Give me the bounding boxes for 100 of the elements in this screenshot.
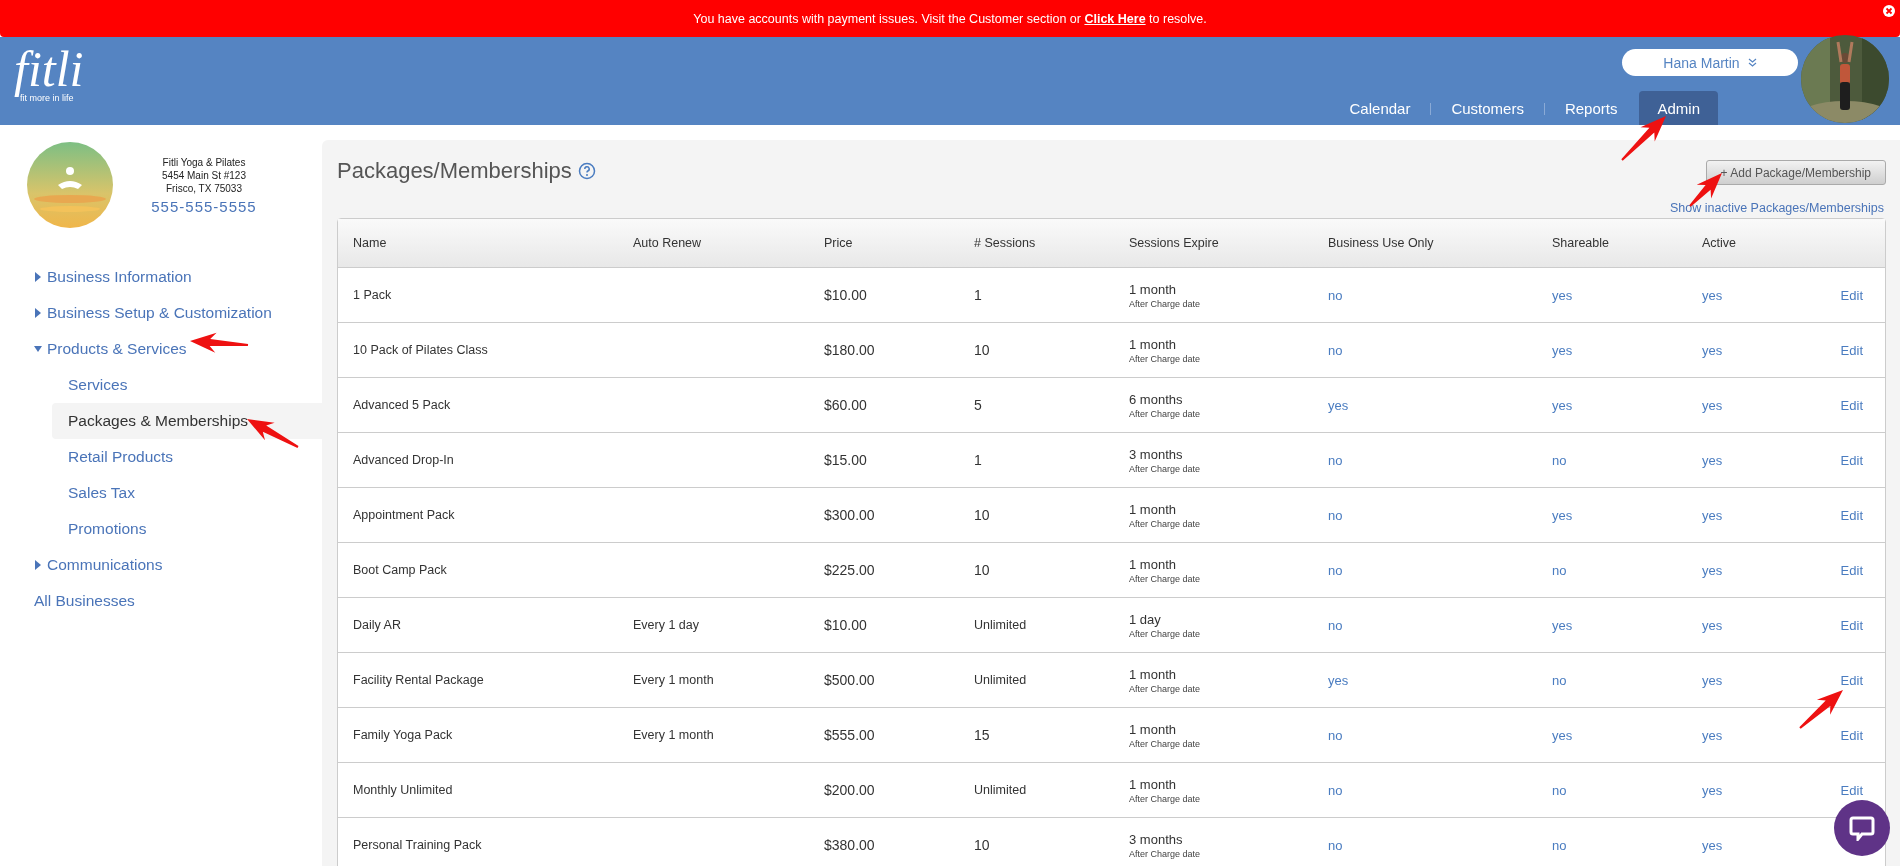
- caret-down-icon: [34, 344, 42, 354]
- table-cell-text: $380.00: [823, 837, 875, 853]
- table-cell-link[interactable]: yes: [1687, 782, 1723, 798]
- table-cell-text: 1 month: [1129, 721, 1177, 737]
- edit-link[interactable]: Edit: [1840, 562, 1863, 578]
- business-city: Frisco, TX 75033: [166, 181, 242, 195]
- sidebar-item[interactable]: All Businesses: [0, 583, 322, 619]
- table-cell-link[interactable]: yes: [1687, 397, 1723, 413]
- table-cell-link[interactable]: no: [1537, 672, 1567, 688]
- table-cell-note: After Charge date: [1129, 628, 1202, 639]
- sidebar-item[interactable]: Business Information: [0, 259, 322, 295]
- table-cell-link[interactable]: yes: [1313, 672, 1349, 688]
- table-cell-text: $555.00: [823, 727, 875, 743]
- table-cell-link[interactable]: no: [1537, 452, 1567, 468]
- nav-tab[interactable]: Calendar: [1331, 91, 1429, 125]
- sidebar-item[interactable]: Communications: [0, 547, 322, 583]
- table-cell-link[interactable]: yes: [1313, 397, 1349, 413]
- table-cell-text: 10: [973, 562, 990, 578]
- business-address: 5454 Main St #123: [162, 168, 246, 182]
- sidebar-subitem[interactable]: Promotions: [52, 511, 322, 547]
- table-cell-link[interactable]: no: [1313, 342, 1343, 358]
- table-cell-text: 1 month: [1129, 336, 1177, 352]
- table-cell-link[interactable]: yes: [1687, 452, 1723, 468]
- table-cell-text: Appointment Pack: [352, 508, 455, 522]
- table-cell-text: 3 months: [1129, 831, 1184, 847]
- table-cell-text: Unlimited: [973, 673, 1027, 687]
- table-cell-text: Personal Training Pack: [352, 838, 482, 852]
- table-cell-link[interactable]: no: [1313, 507, 1343, 523]
- table-cell-link[interactable]: no: [1313, 727, 1343, 743]
- table-cell-link[interactable]: no: [1537, 837, 1567, 853]
- table-cell-link[interactable]: yes: [1537, 342, 1573, 358]
- caret-right-icon: [34, 560, 42, 570]
- table-cell-link[interactable]: yes: [1687, 617, 1723, 633]
- table-cell-link[interactable]: yes: [1687, 287, 1723, 303]
- sidebar-subitem[interactable]: Packages & Memberships: [52, 403, 322, 439]
- table-cell-link[interactable]: yes: [1537, 727, 1573, 743]
- table-cell-text: Unlimited: [973, 618, 1027, 632]
- close-button[interactable]: [1882, 4, 1896, 18]
- edit-link[interactable]: Edit: [1840, 342, 1863, 358]
- table-cell-text: Boot Camp Pack: [352, 563, 447, 577]
- table-cell-text: $500.00: [823, 672, 875, 688]
- table-cell-link[interactable]: yes: [1687, 562, 1723, 578]
- table-cell-text: 10: [973, 507, 990, 523]
- sidebar-subitem[interactable]: Sales Tax: [52, 475, 322, 511]
- table-cell-text: 1 month: [1129, 556, 1177, 572]
- column-header: Auto Renew: [632, 236, 703, 250]
- table-cell-note: After Charge date: [1129, 738, 1202, 749]
- user-menu-button[interactable]: Hana Martin: [1622, 49, 1798, 76]
- table-cell-link[interactable]: no: [1313, 452, 1343, 468]
- table-cell-text: 1 month: [1129, 501, 1177, 517]
- edit-link[interactable]: Edit: [1840, 782, 1863, 798]
- table-cell-text: Every 1 month: [632, 673, 714, 687]
- nav-tab[interactable]: Reports: [1546, 91, 1636, 125]
- sidebar-item[interactable]: Business Setup & Customization: [0, 295, 322, 331]
- business-name: Fitli Yoga & Pilates: [162, 155, 246, 169]
- edit-link[interactable]: Edit: [1840, 617, 1863, 633]
- table-cell-note: After Charge date: [1129, 353, 1202, 364]
- sidebar-item[interactable]: Products & Services: [0, 331, 322, 367]
- table-cell-text: Every 1 day: [632, 618, 699, 632]
- nav-tab[interactable]: Admin: [1639, 91, 1718, 125]
- edit-link[interactable]: Edit: [1840, 672, 1863, 688]
- table-cell-link[interactable]: yes: [1687, 672, 1723, 688]
- table-cell-text: Monthly Unlimited: [352, 783, 453, 797]
- table-cell-link[interactable]: no: [1313, 562, 1343, 578]
- alert-link[interactable]: Click Here: [1084, 11, 1146, 26]
- table-cell-text: 1 day: [1129, 611, 1162, 627]
- edit-link[interactable]: Edit: [1840, 287, 1863, 303]
- table-cell-link[interactable]: no: [1313, 782, 1343, 798]
- table-cell-link[interactable]: no: [1313, 837, 1343, 853]
- table-cell-link[interactable]: yes: [1537, 617, 1573, 633]
- table-cell-link[interactable]: yes: [1537, 507, 1573, 523]
- edit-link[interactable]: Edit: [1840, 397, 1863, 413]
- caret-right-icon: [34, 272, 42, 282]
- table-cell-link[interactable]: no: [1537, 562, 1567, 578]
- annotation-arrow: [247, 419, 299, 448]
- table-cell-link[interactable]: yes: [1687, 507, 1723, 523]
- table-cell-link[interactable]: yes: [1687, 342, 1723, 358]
- sidebar-subitem[interactable]: Services: [52, 367, 322, 403]
- edit-link[interactable]: Edit: [1840, 507, 1863, 523]
- table-cell-text: 3 months: [1129, 446, 1184, 462]
- table-cell-link[interactable]: yes: [1537, 397, 1573, 413]
- table-cell-link[interactable]: no: [1313, 287, 1343, 303]
- table-cell-link[interactable]: no: [1537, 782, 1567, 798]
- table-cell-text: 1: [973, 452, 982, 468]
- edit-link[interactable]: Edit: [1840, 727, 1863, 743]
- annotation-arrow: [190, 332, 249, 353]
- table-cell-text: 1 month: [1129, 776, 1177, 792]
- nav-tab[interactable]: Customers: [1433, 91, 1542, 125]
- help-icon[interactable]: [577, 162, 596, 180]
- table-cell-link[interactable]: yes: [1687, 727, 1723, 743]
- table-cell-text: Advanced Drop-In: [352, 453, 454, 467]
- table-cell-text: $180.00: [823, 342, 875, 358]
- table-cell-link[interactable]: yes: [1537, 287, 1573, 303]
- add-package-button[interactable]: + Add Package/Membership: [1705, 160, 1886, 185]
- column-header: # Sessions: [973, 236, 1037, 250]
- edit-link[interactable]: Edit: [1840, 452, 1863, 468]
- table-cell-link[interactable]: no: [1313, 617, 1343, 633]
- table-cell-text: 5: [973, 397, 982, 413]
- table-cell-link[interactable]: yes: [1687, 837, 1723, 853]
- sidebar-subitem[interactable]: Retail Products: [52, 439, 322, 475]
